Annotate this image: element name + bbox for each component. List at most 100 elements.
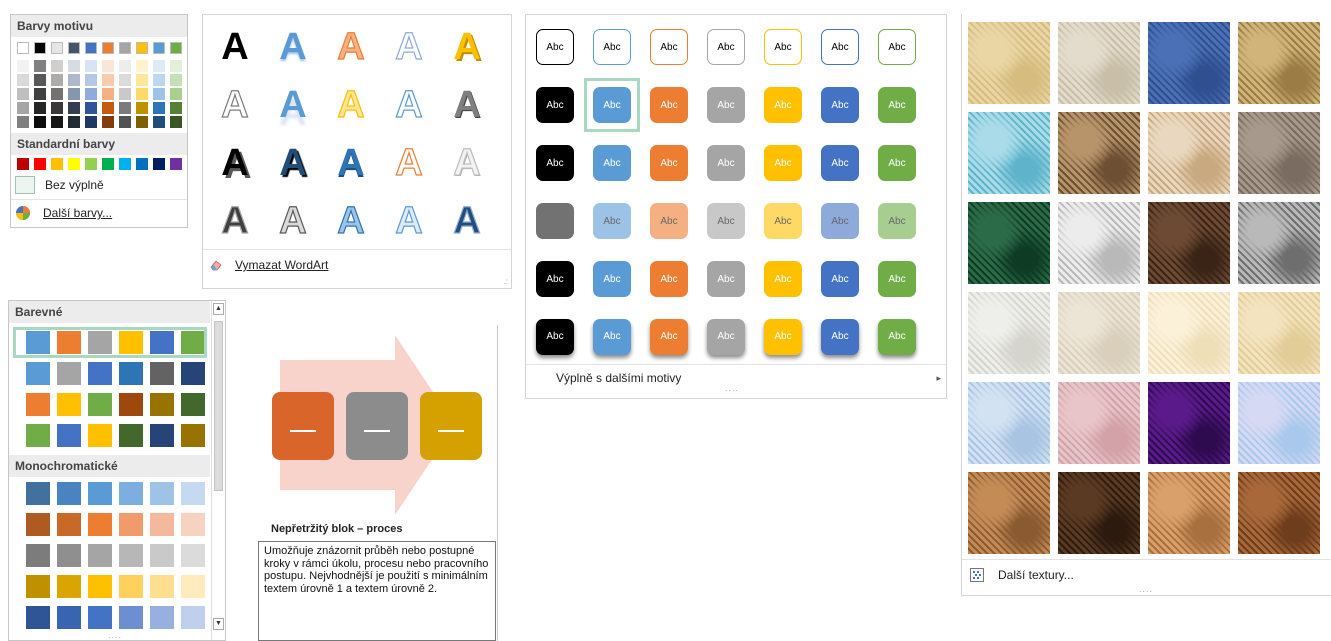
theme-color-shade[interactable]	[102, 88, 114, 100]
mono-variation-swatch[interactable]	[26, 544, 50, 567]
shape-style-tile[interactable]: Abc	[764, 87, 802, 123]
shape-style-tile[interactable]: Abc	[707, 145, 745, 181]
mono-variation-swatch[interactable]	[57, 513, 81, 536]
theme-color-swatch[interactable]	[136, 42, 148, 54]
wordart-style[interactable]: A	[445, 79, 489, 131]
color-variation-swatch[interactable]	[26, 424, 50, 447]
resize-dots[interactable]: ....	[725, 383, 739, 393]
wordart-style[interactable]: A	[213, 21, 257, 73]
theme-color-shade[interactable]	[119, 116, 131, 128]
color-variation-swatch[interactable]	[181, 424, 205, 447]
texture-walnut[interactable]	[1058, 472, 1140, 554]
shape-style-tile[interactable]: Abc	[650, 319, 688, 355]
mono-variation-swatch[interactable]	[181, 575, 205, 598]
texture-newsprint[interactable]	[968, 292, 1050, 374]
texture-cork[interactable]	[968, 472, 1050, 554]
scroll-up-arrow-icon[interactable]: ▲	[213, 303, 224, 315]
theme-color-shade[interactable]	[17, 102, 29, 114]
theme-color-shade[interactable]	[51, 74, 63, 86]
theme-color-shade[interactable]	[102, 102, 114, 114]
texture-woven-mat[interactable]	[1238, 22, 1320, 104]
color-variation-swatch[interactable]	[150, 393, 174, 416]
theme-color-swatch[interactable]	[170, 42, 182, 54]
wordart-style[interactable]: A	[329, 195, 373, 247]
texture-brown-marble[interactable]	[1148, 202, 1230, 284]
color-variation-swatch[interactable]	[57, 424, 81, 447]
shape-style-tile[interactable]: Abc	[707, 203, 745, 239]
mono-variation-swatch[interactable]	[119, 606, 143, 629]
wordart-style[interactable]: A	[213, 79, 257, 131]
wordart-style[interactable]: A	[213, 195, 257, 247]
mono-variation-swatch[interactable]	[57, 606, 81, 629]
theme-color-shade[interactable]	[102, 60, 114, 72]
theme-color-shade[interactable]	[68, 88, 80, 100]
color-variation-swatch[interactable]	[119, 393, 143, 416]
mono-variation-swatch[interactable]	[181, 606, 205, 629]
color-variation-swatch[interactable]	[26, 393, 50, 416]
theme-color-shade[interactable]	[170, 88, 182, 100]
texture-canvas[interactable]	[1058, 22, 1140, 104]
wordart-style[interactable]: A	[387, 79, 431, 131]
theme-color-shade[interactable]	[34, 60, 46, 72]
color-variation-swatch[interactable]	[181, 362, 205, 385]
wordart-style[interactable]: A	[329, 137, 373, 189]
shape-style-tile[interactable]: Abc	[536, 203, 574, 239]
texture-green-marble[interactable]	[968, 202, 1050, 284]
standard-color-swatch[interactable]	[119, 158, 131, 170]
theme-color-swatch[interactable]	[119, 42, 131, 54]
resize-dots[interactable]: ....	[108, 630, 122, 640]
mono-variation-swatch[interactable]	[119, 575, 143, 598]
theme-color-shade[interactable]	[85, 102, 97, 114]
theme-color-shade[interactable]	[170, 116, 182, 128]
shape-style-tile[interactable]: Abc	[650, 29, 688, 65]
theme-color-shade[interactable]	[102, 116, 114, 128]
mono-variation-swatch[interactable]	[57, 575, 81, 598]
shape-style-tile[interactable]: Abc	[878, 203, 916, 239]
mono-variation-swatch[interactable]	[57, 482, 81, 505]
resize-grip-icon[interactable]: .:	[504, 277, 508, 286]
shape-style-tile[interactable]: Abc	[821, 87, 859, 123]
theme-color-swatch[interactable]	[34, 42, 46, 54]
texture-paper-bag[interactable]	[1058, 112, 1140, 194]
standard-color-swatch[interactable]	[136, 158, 148, 170]
mono-variation-swatch[interactable]	[150, 606, 174, 629]
color-variation-swatch[interactable]	[150, 424, 174, 447]
color-variation-swatch[interactable]	[57, 362, 81, 385]
shape-style-tile[interactable]: Abc	[593, 29, 631, 65]
theme-color-shade[interactable]	[34, 102, 46, 114]
theme-color-shade[interactable]	[136, 74, 148, 86]
shape-style-tile[interactable]: Abc	[536, 87, 574, 123]
theme-color-shade[interactable]	[51, 102, 63, 114]
wordart-style[interactable]: A	[329, 21, 373, 73]
mono-variation-swatch[interactable]	[88, 606, 112, 629]
texture-blue-tissue-paper[interactable]	[968, 382, 1050, 464]
theme-color-shade[interactable]	[136, 116, 148, 128]
theme-color-shade[interactable]	[68, 74, 80, 86]
shape-style-tile[interactable]: Abc	[593, 319, 631, 355]
color-variation-swatch[interactable]	[57, 393, 81, 416]
texture-recycled-paper[interactable]	[1058, 292, 1140, 374]
clear-wordart-item[interactable]: Vymazat WordArt	[209, 255, 499, 275]
shape-style-tile[interactable]: Abc	[821, 261, 859, 297]
mono-variation-swatch[interactable]	[26, 606, 50, 629]
mono-variation-swatch[interactable]	[26, 575, 50, 598]
texture-white-marble[interactable]	[1058, 202, 1140, 284]
wordart-style[interactable]: A	[271, 195, 315, 247]
standard-color-swatch[interactable]	[34, 158, 46, 170]
theme-color-swatch[interactable]	[102, 42, 114, 54]
wordart-style[interactable]: A	[329, 79, 373, 131]
theme-color-shade[interactable]	[68, 116, 80, 128]
theme-color-shade[interactable]	[153, 60, 165, 72]
scrollbar[interactable]: ▲ ▼	[211, 301, 225, 640]
texture-purple-mesh[interactable]	[1148, 382, 1230, 464]
texture-fish-fossil[interactable]	[1148, 112, 1230, 194]
scrollbar-thumb[interactable]	[214, 321, 223, 491]
shape-style-tile[interactable]: Abc	[821, 203, 859, 239]
texture-stationery[interactable]	[1238, 292, 1320, 374]
texture-papyrus[interactable]	[968, 22, 1050, 104]
scroll-down-arrow-icon[interactable]: ▼	[213, 618, 224, 630]
color-variation-swatch[interactable]	[119, 424, 143, 447]
theme-color-shade[interactable]	[17, 116, 29, 128]
standard-color-swatch[interactable]	[102, 158, 114, 170]
theme-color-shade[interactable]	[136, 88, 148, 100]
